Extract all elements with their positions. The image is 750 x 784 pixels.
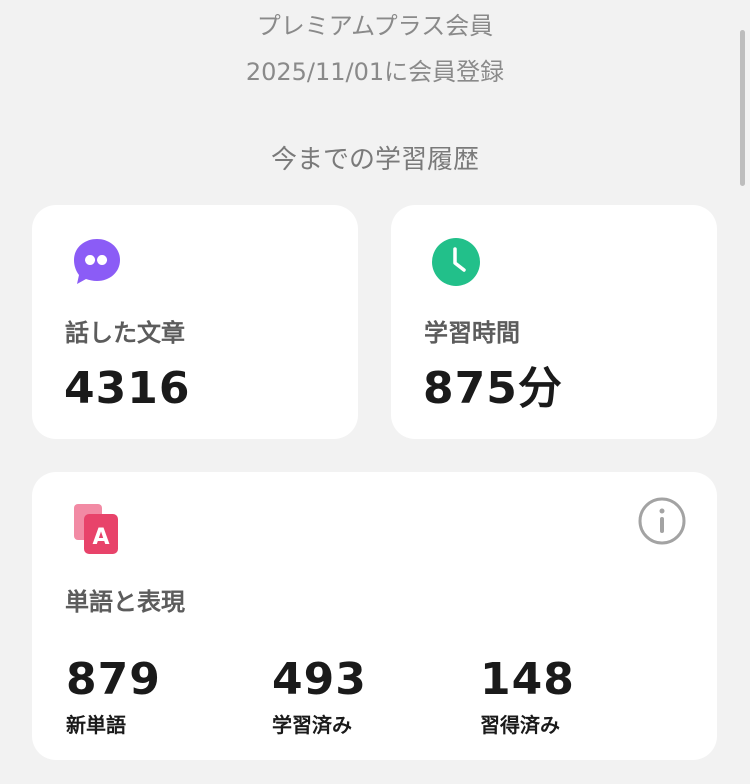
mastered-words-stat: 148 習得済み (480, 654, 575, 738)
flashcard-a-icon: A (74, 504, 118, 554)
studied-words-value: 493 (272, 654, 367, 705)
new-words-stat: 879 新単語 (66, 654, 161, 738)
info-icon[interactable] (637, 496, 687, 546)
words-label: 単語と表現 (65, 588, 185, 616)
speech-bubble-quote-icon (74, 239, 120, 284)
words-expressions-card[interactable]: A 単語と表現 879 新単語 493 学習済み 148 習得済み (32, 472, 717, 760)
study-time-card[interactable]: 学習時間 875分 (391, 205, 717, 439)
studied-words-label: 学習済み (272, 713, 352, 737)
studied-words-stat: 493 学習済み (272, 654, 367, 738)
study-time-value: 875分 (423, 363, 563, 414)
sentences-card[interactable]: 話した文章 4316 (32, 205, 358, 439)
clock-icon (432, 238, 480, 286)
membership-info: プレミアムプラス会員 2025/11/01に会員登録 (0, 10, 750, 88)
membership-plan: プレミアムプラス会員 (256, 12, 494, 40)
sentences-label: 話した文章 (65, 319, 185, 347)
membership-since: 2025/11/01に会員登録 (245, 58, 505, 86)
mastered-words-value: 148 (480, 654, 575, 705)
study-time-label: 学習時間 (424, 319, 520, 347)
sentences-value: 4316 (64, 363, 191, 414)
new-words-value: 879 (66, 654, 161, 705)
mastered-words-label: 習得済み (480, 713, 560, 737)
svg-text:A: A (92, 525, 109, 550)
new-words-label: 新単語 (66, 713, 126, 737)
history-title: 今までの学習履歴 (270, 145, 479, 175)
